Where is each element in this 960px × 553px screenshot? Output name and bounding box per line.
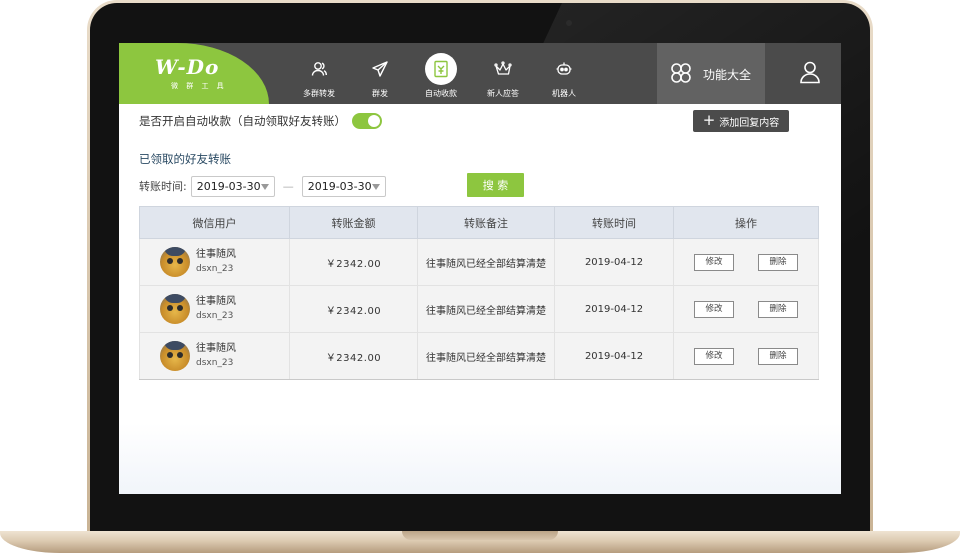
end-date-value: 2019-03-30 (307, 179, 372, 193)
table-row: 往事随风 dsxn_23 ￥2342.00 往事随风已经全部结算清楚 2019-… (139, 285, 819, 333)
actions-cell: 修改 删除 (673, 285, 819, 333)
users-icon (303, 53, 335, 85)
delete-button[interactable]: 删除 (758, 253, 798, 271)
avatar (160, 294, 190, 324)
user-icon[interactable] (799, 60, 821, 88)
brand-subtitle: 微 群 工 具 (171, 82, 227, 90)
auto-collect-toggle[interactable] (352, 113, 382, 129)
date-filter: 转账时间: 2019-03-30 — 2019-03-30 (139, 175, 386, 197)
user-id: dsxn_23 (196, 311, 234, 321)
feature-menu-label: 功能大全 (703, 68, 752, 82)
search-button[interactable]: 搜 索 (467, 173, 524, 197)
amount-cell: ￥2342.00 (289, 238, 418, 286)
user-cell: 往事随风 dsxn_23 (139, 332, 290, 380)
amount-cell: ￥2342.00 (289, 332, 418, 380)
app-screen: W-Do 微 群 工 具 多群转发 群发 自动收款 新人应答 机器人 功能大全 … (119, 43, 841, 494)
header-note: 转账备注 (417, 206, 555, 239)
user-id: dsxn_23 (196, 264, 234, 274)
caret-down-icon (260, 183, 269, 190)
transfer-table: 微信用户 转账金额 转账备注 转账时间 操作 往事随风 dsxn_23 ￥234… (139, 206, 819, 380)
payment-doc-icon (425, 53, 457, 85)
end-date-select[interactable]: 2019-03-30 (301, 175, 386, 197)
date-separator: — (282, 179, 294, 193)
note-cell: 往事随风已经全部结算清楚 (417, 332, 555, 380)
add-reply-button[interactable]: + 添加回复内容 (693, 110, 789, 132)
header-amount: 转账金额 (289, 206, 418, 239)
user-name: 往事随风 (196, 249, 236, 260)
nav-label: 多群转发 (303, 89, 335, 98)
edit-button[interactable]: 修改 (694, 253, 734, 271)
header-time: 转账时间 (554, 206, 674, 239)
user-name: 往事随风 (196, 343, 236, 354)
brand-logo-area[interactable]: W-Do 微 群 工 具 (119, 43, 269, 104)
note-cell: 往事随风已经全部结算清楚 (417, 238, 555, 286)
clover-icon (669, 61, 693, 89)
section-title: 已领取的好友转账 (139, 152, 231, 166)
toggle-knob (368, 115, 380, 127)
brand-logo: W-Do (155, 55, 220, 79)
avatar (160, 341, 190, 371)
edit-button[interactable]: 修改 (694, 300, 734, 318)
actions-cell: 修改 删除 (673, 238, 819, 286)
delete-button[interactable]: 删除 (758, 347, 798, 365)
amount-cell: ￥2342.00 (289, 285, 418, 333)
avatar (160, 247, 190, 277)
screen-bottom-area (119, 423, 841, 494)
edit-button[interactable]: 修改 (694, 347, 734, 365)
paper-plane-icon (364, 53, 396, 85)
feature-menu-button[interactable]: 功能大全 (657, 43, 765, 104)
nav-label: 自动收款 (425, 89, 457, 98)
add-reply-label: 添加回复内容 (719, 117, 780, 129)
table-row: 往事随风 dsxn_23 ￥2342.00 往事随风已经全部结算清楚 2019-… (139, 332, 819, 380)
nav-label: 群发 (372, 89, 388, 98)
nav-item-newcomer-reply[interactable]: 新人应答 (471, 43, 535, 104)
nav-item-auto-collect[interactable]: 自动收款 (409, 43, 473, 104)
actions-cell: 修改 删除 (673, 332, 819, 380)
table-row: 往事随风 dsxn_23 ￥2342.00 往事随风已经全部结算清楚 2019-… (139, 238, 819, 286)
laptop-notch (402, 531, 558, 540)
nav-label: 机器人 (552, 89, 576, 98)
user-cell: 往事随风 dsxn_23 (139, 238, 290, 286)
plus-icon: + (702, 110, 716, 129)
caret-down-icon (371, 183, 380, 190)
nav-item-multi-group-forward[interactable]: 多群转发 (287, 43, 351, 104)
user-cell: 往事随风 dsxn_23 (139, 285, 290, 333)
camera (566, 20, 572, 26)
start-date-select[interactable]: 2019-03-30 (190, 175, 275, 197)
user-name: 往事随风 (196, 296, 236, 307)
user-id: dsxn_23 (196, 358, 234, 368)
nav-item-robot[interactable]: 机器人 (532, 43, 596, 104)
auto-collect-label: 是否开启自动收款（自动领取好友转账） (139, 114, 346, 128)
table-header-row: 微信用户 转账金额 转账备注 转账时间 操作 (139, 206, 819, 239)
date-cell: 2019-04-12 (554, 332, 674, 380)
nav-label: 新人应答 (487, 89, 519, 98)
auto-collect-row: 是否开启自动收款（自动领取好友转账） (139, 113, 382, 129)
date-cell: 2019-04-12 (554, 285, 674, 333)
crown-icon (487, 53, 519, 85)
note-cell: 往事随风已经全部结算清楚 (417, 285, 555, 333)
delete-button[interactable]: 删除 (758, 300, 798, 318)
start-date-value: 2019-03-30 (196, 179, 261, 193)
top-navbar: W-Do 微 群 工 具 多群转发 群发 自动收款 新人应答 机器人 功能大全 (119, 43, 841, 104)
header-wechat-user: 微信用户 (139, 206, 290, 239)
header-actions: 操作 (673, 206, 819, 239)
date-cell: 2019-04-12 (554, 238, 674, 286)
nav-item-mass-send[interactable]: 群发 (348, 43, 412, 104)
robot-icon (548, 53, 580, 85)
filter-label: 转账时间: (139, 180, 187, 193)
